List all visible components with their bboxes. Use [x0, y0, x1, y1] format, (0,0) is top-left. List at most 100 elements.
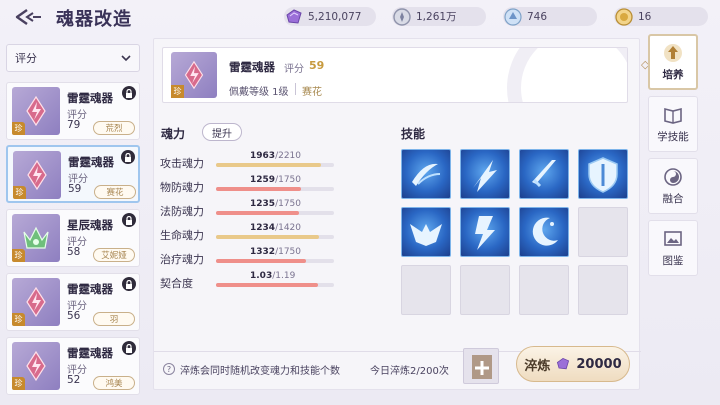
selected-item-header: 珍 雷霆魂器 评分 59 佩戴等级 1级 赛花	[162, 47, 628, 103]
crescent-moon-icon	[532, 217, 558, 246]
stat-label: 生命魂力	[160, 229, 204, 242]
material-slot[interactable]	[463, 348, 499, 384]
rarity-badge: 珍	[12, 122, 25, 135]
soul-item-list[interactable]: 珍 雷霆魂器 评分 79 荒烈 珍 雷霆魂器 评分 59 赛花 珍 星辰魂器 评…	[6, 80, 146, 405]
tab-fuse[interactable]: 融合	[648, 158, 698, 214]
currency-blue-crystal[interactable]: 746	[503, 7, 597, 26]
owner-tag: 鸿美	[93, 376, 135, 390]
stat-max: /1750	[275, 199, 301, 209]
gallery-icon	[662, 228, 684, 250]
wear-level: 佩戴等级 1级	[229, 87, 289, 98]
selected-item-score-label: 评分	[284, 64, 304, 75]
lock-icon[interactable]	[121, 150, 135, 164]
stat-max: /1420	[275, 223, 301, 233]
list-item[interactable]: 珍 雷霆魂器 评分 56 羽	[6, 273, 140, 331]
selected-item-name: 雷霆魂器	[229, 60, 275, 74]
rarity-badge: 珍	[12, 313, 25, 326]
stat-max: /1750	[275, 175, 301, 185]
stat-current: 1332	[250, 247, 276, 257]
daily-refine-count: 今日淬炼2/200次	[370, 366, 449, 377]
item-score: 59	[68, 183, 82, 195]
rarity-badge: 珍	[171, 85, 184, 98]
item-name: 雷霆魂器	[67, 346, 113, 360]
item-name: 雷霆魂器	[67, 91, 113, 105]
stat-progress-bar	[216, 163, 334, 167]
currency-silver-coin[interactable]: 1,261万	[392, 7, 486, 26]
currency-value: 746	[527, 10, 548, 23]
stat-value: 1963/2210	[250, 151, 301, 161]
refine-button[interactable]: 淬炼 20000	[516, 346, 630, 382]
currency-gold-medal[interactable]: 16	[614, 7, 708, 26]
stat-progress-fill	[216, 235, 319, 239]
filter-selected-label: 评分	[15, 52, 37, 65]
list-item[interactable]: 珍 雷霆魂器 评分 79 荒烈	[6, 82, 140, 140]
item-score: 52	[67, 374, 81, 386]
purple-gem-icon	[557, 357, 570, 370]
stat-current: 1963	[250, 151, 276, 161]
lock-icon[interactable]	[122, 277, 136, 291]
gold-medal-icon	[612, 5, 635, 28]
item-score: 79	[67, 119, 81, 131]
list-item[interactable]: 珍 雷霆魂器 评分 59 赛花	[6, 145, 140, 203]
skill-slot[interactable]	[401, 149, 451, 199]
lock-icon[interactable]	[122, 341, 136, 355]
stat-max: /2210	[275, 151, 301, 161]
skill-slot[interactable]	[519, 149, 569, 199]
silver-coin-icon	[390, 5, 413, 28]
thunder-soul-thumbnail: 珍	[12, 342, 60, 390]
decorative-ring	[507, 48, 627, 102]
stat-row: 治疗魂力 1332/1750	[160, 247, 340, 269]
skill-slot[interactable]	[578, 149, 628, 199]
stat-row: 契合度 1.03/1.19	[160, 271, 340, 293]
owner-tag: 羽	[93, 312, 135, 326]
empty-skill-slot	[578, 207, 628, 257]
soul-power-title: 魂力	[161, 127, 186, 141]
lock-icon[interactable]	[122, 86, 136, 100]
item-name: 雷霆魂器	[67, 282, 113, 296]
owner-tag: 艾妮娅	[93, 248, 135, 262]
thunder-sword-icon	[532, 160, 556, 188]
stat-label: 物防魂力	[160, 181, 204, 194]
currency-purple-gem[interactable]: 5,210,077	[284, 7, 376, 26]
sort-filter-dropdown[interactable]: 评分	[6, 44, 140, 72]
tab-cultivate[interactable]: 培养	[648, 34, 698, 90]
page-title: 魂器改造	[56, 9, 132, 30]
stat-progress-bar	[216, 259, 334, 263]
stat-progress-fill	[216, 187, 301, 191]
star-soul-thumbnail: 珍	[12, 214, 60, 262]
top-bar: 魂器改造 5,210,077 1,261万 746 16	[0, 0, 720, 34]
add-material-icon	[472, 355, 492, 379]
lightning-spear-icon	[473, 160, 497, 192]
stat-label: 攻击魂力	[160, 157, 204, 170]
stat-current: 1259	[250, 175, 276, 185]
item-score: 58	[67, 246, 81, 258]
empty-skill-slot	[460, 265, 510, 315]
tab-gallery[interactable]: 图鉴	[648, 220, 698, 276]
lock-icon[interactable]	[122, 213, 136, 227]
currency-value: 16	[638, 10, 652, 23]
shield-icon	[588, 157, 618, 193]
list-item[interactable]: 珍 星辰魂器 评分 58 艾妮娅	[6, 209, 140, 267]
skill-slot[interactable]	[519, 207, 569, 257]
back-arrow-icon	[15, 9, 41, 25]
tab-learn-skill[interactable]: 学技能	[648, 96, 698, 152]
stat-max: /1750	[275, 247, 301, 257]
stat-progress-fill	[216, 283, 319, 287]
winged-emblem-icon	[410, 224, 442, 246]
back-button[interactable]	[10, 7, 46, 27]
skill-slot[interactable]	[460, 149, 510, 199]
list-item[interactable]: 珍 雷霆魂器 评分 52 鸿美	[6, 337, 140, 395]
stat-row: 生命魂力 1234/1420	[160, 223, 340, 245]
purple-gem-icon	[282, 5, 305, 28]
stat-progress-fill	[216, 211, 300, 215]
skill-slot[interactable]	[401, 207, 451, 257]
upgrade-icon	[662, 42, 684, 64]
swirl-icon	[662, 166, 684, 188]
tab-label: 图鉴	[662, 255, 684, 267]
stat-max: /1.19	[272, 271, 296, 281]
stat-value: 1332/1750	[250, 247, 301, 257]
skill-slot[interactable]	[460, 207, 510, 257]
selected-item-score: 59	[309, 59, 325, 72]
question-icon[interactable]: ?	[163, 363, 175, 375]
upgrade-button[interactable]: 提升	[202, 123, 242, 141]
